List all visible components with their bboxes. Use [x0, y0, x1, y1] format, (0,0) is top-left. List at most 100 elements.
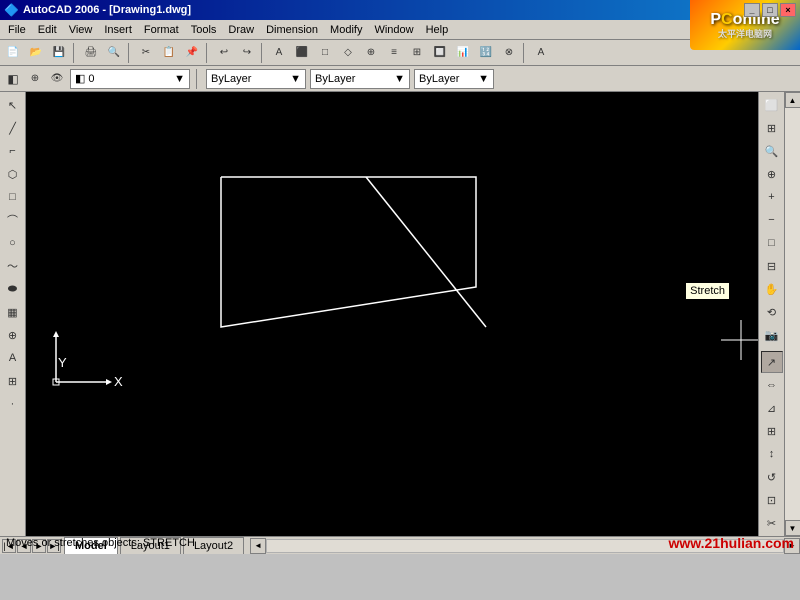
polygon-button[interactable]: ⬡ [2, 163, 24, 185]
zoom-center-button[interactable]: ⊕ [761, 163, 783, 185]
paste-button[interactable]: 📌 [181, 42, 203, 64]
zoom-all-button[interactable]: □ [761, 232, 783, 254]
menu-view[interactable]: View [63, 22, 99, 38]
text-button[interactable]: A [2, 347, 24, 369]
new-button[interactable]: 📄 [2, 42, 24, 64]
hatch-button[interactable]: ▦ [2, 301, 24, 323]
arc-button[interactable]: ⌒ [2, 209, 24, 231]
sep2 [128, 43, 132, 63]
copy-button[interactable]: 📋 [158, 42, 180, 64]
undo-button[interactable]: ↩ [213, 42, 235, 64]
tb-btn-e[interactable]: ⊕ [360, 42, 382, 64]
open-button[interactable]: 📂 [25, 42, 47, 64]
x-arrow [106, 379, 112, 385]
menu-insert[interactable]: Insert [98, 22, 138, 38]
pan-button[interactable]: ✋ [761, 278, 783, 300]
layer-value: 0 [88, 73, 94, 85]
menu-window[interactable]: Window [368, 22, 419, 38]
save-button[interactable]: 💾 [48, 42, 70, 64]
menu-format[interactable]: Format [138, 22, 185, 38]
menu-help[interactable]: Help [420, 22, 455, 38]
zoom-in-button[interactable]: + [761, 186, 783, 208]
point-button[interactable]: · [2, 393, 24, 415]
menu-tools[interactable]: Tools [185, 22, 223, 38]
lineweight-chevron: ▼ [478, 73, 489, 85]
circle-button[interactable]: ○ [2, 232, 24, 254]
y-arrow [53, 331, 59, 337]
drawing-canvas[interactable]: Y X Stretch [26, 92, 758, 536]
pick-button[interactable]: ↖ [2, 94, 24, 116]
tb-btn-i[interactable]: 📊 [452, 42, 474, 64]
scroll-up-button[interactable]: ▲ [785, 92, 800, 108]
main-content: ↖ ╱ ⌐ ⬡ □ ⌒ ○ ～ ⬬ ▦ ⊕ A ⊞ · [0, 92, 800, 472]
x-axis-label: X [114, 374, 123, 389]
menu-file[interactable]: File [2, 22, 32, 38]
region-button[interactable]: ⊕ [2, 324, 24, 346]
stretch-tooltip: Stretch [685, 282, 730, 300]
array-button[interactable]: ⊞ [761, 420, 783, 442]
ellipse-button[interactable]: ⬬ [2, 278, 24, 300]
layer-props-button[interactable]: ⊕ [26, 70, 44, 88]
zoom-window-button[interactable]: ⬜ [761, 94, 783, 116]
line-button[interactable]: ╱ [2, 117, 24, 139]
tb-btn-l[interactable]: A [530, 42, 552, 64]
scroll-track-v[interactable] [785, 108, 800, 520]
scroll-down-button[interactable]: ▼ [785, 520, 800, 536]
linetype-chevron: ▼ [394, 73, 405, 85]
preview-button[interactable]: 🔍 [103, 42, 125, 64]
menu-edit[interactable]: Edit [32, 22, 63, 38]
layer-manager-button[interactable]: ◧ [4, 70, 22, 88]
right-toolbar: ⬜ ⊞ 🔍 ⊕ + − □ ⊟ ✋ ⟲ 📷 ↗ ⇔ ⊿ ⊞ ↕ ↺ ⊡ ✂ [758, 92, 784, 536]
offset-button[interactable]: ⊿ [761, 397, 783, 419]
maximize-button[interactable]: □ [762, 3, 778, 17]
color-dropdown[interactable]: ByLayer ▼ [206, 69, 306, 89]
menu-modify[interactable]: Modify [324, 22, 368, 38]
vertical-scrollbar[interactable]: ▲ ▼ [784, 92, 800, 536]
print-button[interactable]: 🖨 [80, 42, 102, 64]
lineweight-dropdown[interactable]: ByLayer ▼ [414, 69, 494, 89]
toolbar-1: 📄 📂 💾 🖨 🔍 ✂ 📋 📌 ↩ ↪ A ⬛ □ ◇ ⊕ ≡ ⊞ 🔲 📊 🔢 … [0, 40, 800, 66]
layer-visibility-button[interactable]: 👁 [48, 70, 66, 88]
polyline-button[interactable]: ⌐ [2, 140, 24, 162]
zoom-dynamic-button[interactable]: ⊞ [761, 117, 783, 139]
zoom-out-button[interactable]: − [761, 209, 783, 231]
tb-btn-k[interactable]: ⊗ [498, 42, 520, 64]
website-text: www.21hulian.com [668, 535, 794, 551]
title-bar-controls: _ □ × [744, 3, 796, 17]
tb-btn-f[interactable]: ≡ [383, 42, 405, 64]
canvas-row: ↖ ╱ ⌐ ⬡ □ ⌒ ○ ～ ⬬ ▦ ⊕ A ⊞ · [0, 92, 800, 536]
scale-button[interactable]: ⊡ [761, 489, 783, 511]
orbit-button[interactable]: ⟲ [761, 301, 783, 323]
menu-draw[interactable]: Draw [222, 22, 260, 38]
layer-icon: ◧ [75, 72, 85, 85]
rect-button[interactable]: □ [2, 186, 24, 208]
y-axis-label: Y [58, 355, 67, 370]
redo-button[interactable]: ↪ [236, 42, 258, 64]
zoom-scale-button[interactable]: 🔍 [761, 140, 783, 162]
close-button[interactable]: × [780, 3, 796, 17]
tb-btn-g[interactable]: ⊞ [406, 42, 428, 64]
scroll-left-button[interactable]: ◄ [250, 538, 266, 554]
camera-button[interactable]: 📷 [761, 324, 783, 346]
tb-btn-b[interactable]: ⬛ [291, 42, 313, 64]
stretch-button[interactable]: ↗ [761, 351, 783, 373]
insert-button[interactable]: ⊞ [2, 370, 24, 392]
spline-button[interactable]: ～ [2, 255, 24, 277]
layer-dropdown[interactable]: ◧ 0 ▼ [70, 69, 190, 89]
menu-dimension[interactable]: Dimension [260, 22, 324, 38]
window-title: AutoCAD 2006 - [Drawing1.dwg] [23, 4, 191, 16]
color-chevron: ▼ [290, 73, 301, 85]
tb-btn-c[interactable]: □ [314, 42, 336, 64]
move-button[interactable]: ↕ [761, 443, 783, 465]
tb-btn-d[interactable]: ◇ [337, 42, 359, 64]
cut-button[interactable]: ✂ [135, 42, 157, 64]
linetype-dropdown[interactable]: ByLayer ▼ [310, 69, 410, 89]
tb-btn-h[interactable]: 🔲 [429, 42, 451, 64]
tb-btn-j[interactable]: 🔢 [475, 42, 497, 64]
tb-btn-a[interactable]: A [268, 42, 290, 64]
trim-button[interactable]: ✂ [761, 512, 783, 534]
zoom-extents-button[interactable]: ⊟ [761, 255, 783, 277]
minimize-button[interactable]: _ [744, 3, 760, 17]
rotate-button[interactable]: ↺ [761, 466, 783, 488]
mirror-button[interactable]: ⇔ [761, 374, 783, 396]
